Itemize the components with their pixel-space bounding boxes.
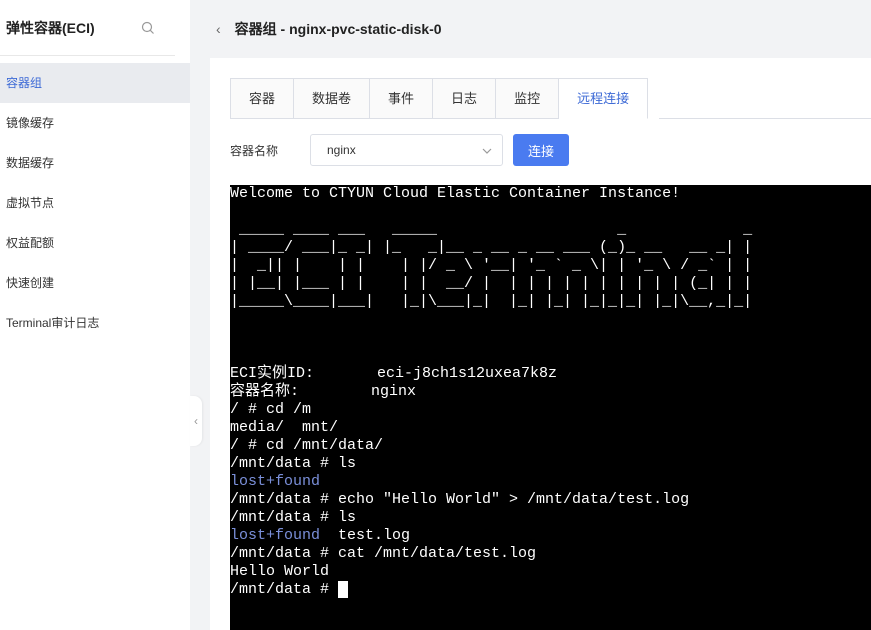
terminal-line: /mnt/data # cat /mnt/data/test.log [230,545,871,563]
terminal-line: | _|| | | | | |/ _ \ '__| '_ ` _ \| | '_… [230,257,871,275]
terminal-text: ECI实例ID: eci-j8ch1s12uxea7k8z [230,365,558,382]
terminal-text: |_____\____|___| |_|\___|_| |_| |_| |_|_… [230,293,753,310]
tab-2[interactable]: 事件 [370,78,434,119]
main-card: 容器 数据卷 事件 日志 监控 远程连接 容器名称 nginx 连接 Welcome to… [210,58,871,630]
chevron-down-icon [482,145,492,155]
page-title: 容器组 - nginx-pvc-static-disk-0 [234,21,442,37]
sidebar-item[interactable]: 容器组 [0,63,190,103]
terminal-line: ECI实例ID: eci-j8ch1s12uxea7k8z [230,365,871,383]
container-select-value: nginx [327,143,356,157]
terminal-text: /mnt/data # ls [230,455,357,472]
terminal-line: |_____\____|___| |_|\___|_| |_| |_| |_|_… [230,293,871,311]
terminal-text: _____ ____ ___ _____ _ _ [230,221,762,238]
terminal-text: Welcome to CTYUN Cloud Elastic Container… [230,185,681,202]
terminal-text: lost+found [230,527,321,544]
terminal-line: _____ ____ ___ _____ _ _ [230,221,871,239]
terminal-line: / # cd /mnt/data/ [230,437,871,455]
connect-button[interactable]: 连接 [513,134,569,166]
sidebar-item[interactable]: 权益配额 [0,223,190,263]
sidebar-item[interactable]: 镜像缓存 [0,103,190,143]
sidebar-title: 弹性容器(ECI) [6,19,95,36]
terminal-cursor [338,581,349,598]
tab-1[interactable]: 数据卷 [294,78,371,119]
collapse-sidebar-button[interactable]: ‹ [190,396,202,446]
terminal-text: 容器名称: nginx [230,383,417,400]
tab-3[interactable]: 日志 [433,78,497,119]
tab-0[interactable]: 容器 [230,78,295,119]
terminal-line: | |__| |___ | | | | __/ | | | | | | | | … [230,275,871,293]
terminal-text: Hello World [230,563,330,580]
sidebar-menu: 容器组 镜像缓存 数据缓存 虚拟节点 权益配额 快速创建 Terminal审计日志 [0,63,190,343]
terminal-prompt-line: /mnt/data # [230,581,871,599]
tab-divider [659,118,871,119]
sidebar-item[interactable]: 数据缓存 [0,143,190,183]
terminal-text: /mnt/data # echo "Hello World" > /mnt/da… [230,491,690,508]
terminal-text: | _|| | | | | |/ _ \ '__| '_ ` _ \| | '_… [230,257,753,274]
terminal-text: | ____/ ___|_ _| |_ _|__ _ __ _ __ ___ (… [230,239,753,256]
terminal-text: test.log [320,527,411,544]
page-header: ‹ 容器组 - nginx-pvc-static-disk-0 [190,0,871,58]
sidebar-header: 弹性容器(ECI) [0,0,175,56]
tab-bar: 容器 数据卷 事件 日志 监控 远程连接 [230,78,649,119]
terminal-text: lost+found [230,473,321,490]
terminal-line: | ____/ ___|_ _| |_ _|__ _ __ _ __ ___ (… [230,239,871,257]
sidebar-item[interactable]: 快速创建 [0,263,190,303]
terminal-line: media/ mnt/ [230,419,871,437]
container-select-row: 容器名称 nginx 连接 [230,134,569,166]
terminal-text: / # cd /mnt/data/ [230,437,384,454]
terminal-line: lost+found [230,473,871,491]
terminal-text: /mnt/data # cat /mnt/data/test.log [230,545,537,562]
terminal-console[interactable]: Welcome to CTYUN Cloud Elastic Container… [230,185,871,630]
sidebar-item[interactable]: Terminal审计日志 [0,303,190,343]
terminal-line: /mnt/data # ls [230,455,871,473]
search-icon[interactable] [141,21,155,35]
terminal-line: 容器名称: nginx [230,383,871,401]
tab-5[interactable]: 远程连接 [559,78,649,119]
chevron-left-icon: ‹ [194,414,198,428]
sidebar: 弹性容器(ECI) 容器组 镜像缓存 数据缓存 虚拟节点 权益配额 快速创建 Termina… [0,0,190,630]
terminal-line: /mnt/data # echo "Hello World" > /mnt/da… [230,491,871,509]
tab-4[interactable]: 监控 [496,78,560,119]
terminal-line: / # cd /m [230,401,871,419]
terminal-text: | |__| |___ | | | | __/ | | | | | | | | … [230,275,753,292]
terminal-prompt: /mnt/data # [230,581,339,598]
terminal-line: lost+found test.log [230,527,871,545]
container-select[interactable]: nginx [310,134,503,166]
sidebar-item[interactable]: 虚拟节点 [0,183,190,223]
container-name-label: 容器名称 [230,143,279,158]
terminal-line: /mnt/data # ls [230,509,871,527]
terminal-line: Welcome to CTYUN Cloud Elastic Container… [230,185,871,203]
terminal-line: Hello World [230,563,871,581]
chevron-left-icon[interactable]: ‹ [216,21,221,37]
terminal-text: media/ mnt/ [230,419,339,436]
terminal-text: / # cd /m [230,401,312,418]
terminal-text: /mnt/data # ls [230,509,357,526]
